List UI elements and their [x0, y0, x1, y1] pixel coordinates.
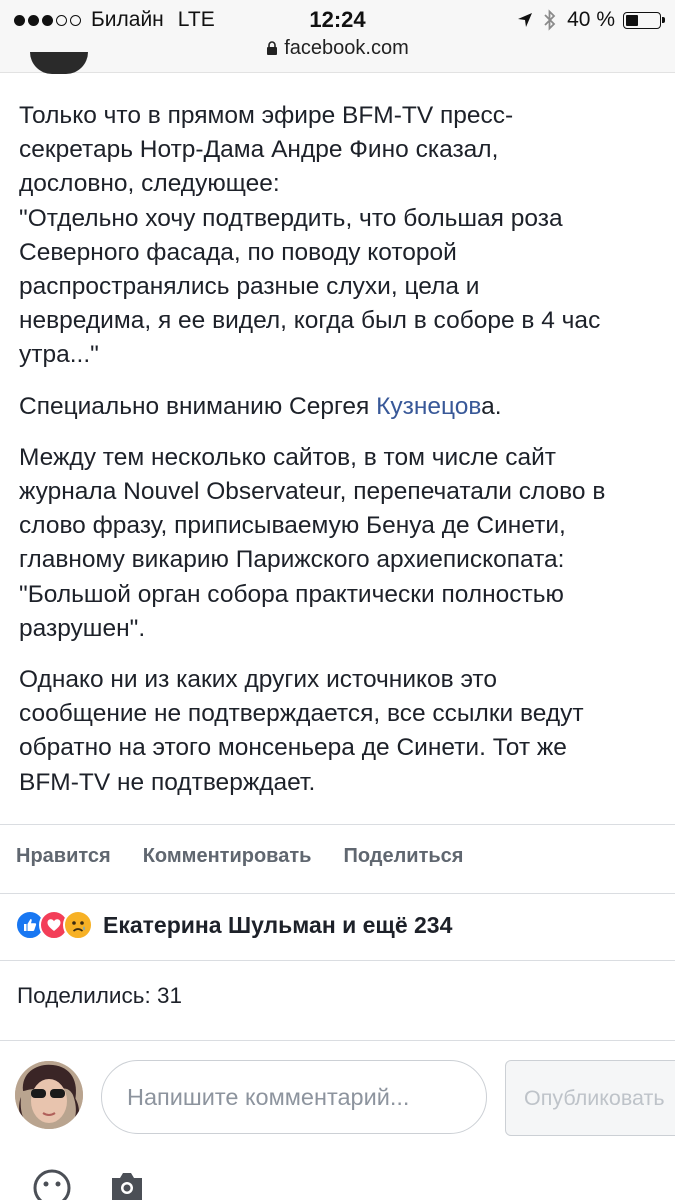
reactions-text: Екатерина Шульман и ещё 234	[103, 911, 453, 938]
post-text-fragment: Специально вниманию Сергея	[19, 392, 377, 420]
reactions-summary[interactable]: Екатерина Шульман и ещё 234	[15, 910, 452, 940]
url-text: facebook.com	[284, 37, 409, 59]
shares-count[interactable]: Поделились: 31	[17, 983, 182, 1009]
comment-button[interactable]: Комментировать	[143, 845, 312, 868]
camera-icon[interactable]	[108, 1168, 146, 1200]
post-paragraph-1: Только что в прямом эфире BFM-TV пресс-с…	[19, 99, 675, 373]
post-line: "Отдельно хочу подтвердить, что большая …	[19, 204, 563, 232]
post-line: Между тем несколько сайтов, в том числе …	[19, 443, 556, 471]
post-line: обратно на этого монсеньера де Синети. Т…	[19, 734, 567, 762]
share-button[interactable]: Поделиться	[343, 845, 463, 868]
reaction-icons	[15, 910, 93, 940]
post-line: дословно, следующее:	[19, 170, 280, 198]
post-line: слово фразу, приписываемую Бенуа де Сине…	[19, 512, 566, 540]
post-text: Только что в прямом эфире BFM-TV пресс-с…	[19, 99, 675, 817]
post-line: разрушен".	[19, 614, 146, 642]
post-paragraph-3: Между тем несколько сайтов, в том числе …	[19, 441, 675, 646]
lock-icon	[267, 41, 278, 55]
post-paragraph-2: Специально вниманию Сергея Кузнецова.	[19, 390, 675, 424]
divider	[0, 824, 675, 825]
system-indicators: 40 %	[517, 8, 665, 32]
divider	[0, 1040, 675, 1041]
post-line: распространялись разные слухи, цела и	[19, 273, 480, 301]
like-button[interactable]: Нравится	[16, 845, 111, 868]
location-arrow-icon	[518, 13, 533, 27]
divider	[0, 960, 675, 961]
bluetooth-icon	[544, 9, 556, 31]
post-line: секретарь Нотр-Дама Андре Фино сказал,	[19, 136, 499, 164]
post-paragraph-4: Однако ни из каких других источников это…	[19, 663, 675, 800]
post-line: Однако ни из каких других источников это	[19, 666, 497, 694]
sad-icon	[63, 910, 93, 940]
post-line: журнала Nouvel Observateur, перепечатали…	[19, 478, 606, 506]
post-line: BFM-TV не подтверждает.	[19, 768, 316, 796]
battery-icon	[623, 11, 665, 29]
user-avatar	[15, 1061, 83, 1129]
status-bar: Билайн LTE 12:24 40 % facebook.com	[0, 0, 675, 73]
post-line: главному викарию Парижского архиепископа…	[19, 546, 565, 574]
battery-percent: 40 %	[567, 8, 615, 31]
post-line: Только что в прямом эфире BFM-TV пресс-	[19, 102, 514, 129]
post-line: утра..."	[19, 341, 99, 369]
post-text-fragment: а.	[481, 392, 502, 420]
publish-button[interactable]: Опубликовать	[505, 1060, 675, 1136]
emoji-icon[interactable]	[32, 1168, 72, 1200]
address-bar[interactable]: facebook.com	[0, 37, 675, 60]
mention-link[interactable]: Кузнецов	[376, 393, 481, 420]
post-actions: Нравится Комментировать Поделиться	[16, 845, 495, 868]
post-line: Северного фасада, по поводу которой	[19, 238, 457, 266]
post-line: "Большой орган собора практически полнос…	[19, 580, 564, 608]
comment-input[interactable]: Напишите комментарий...	[101, 1060, 487, 1134]
divider	[0, 893, 675, 894]
post-line: невредима, я ее видел, когда был в собор…	[19, 307, 601, 335]
post-line: сообщение не подтверждается, все ссылки …	[19, 700, 584, 728]
